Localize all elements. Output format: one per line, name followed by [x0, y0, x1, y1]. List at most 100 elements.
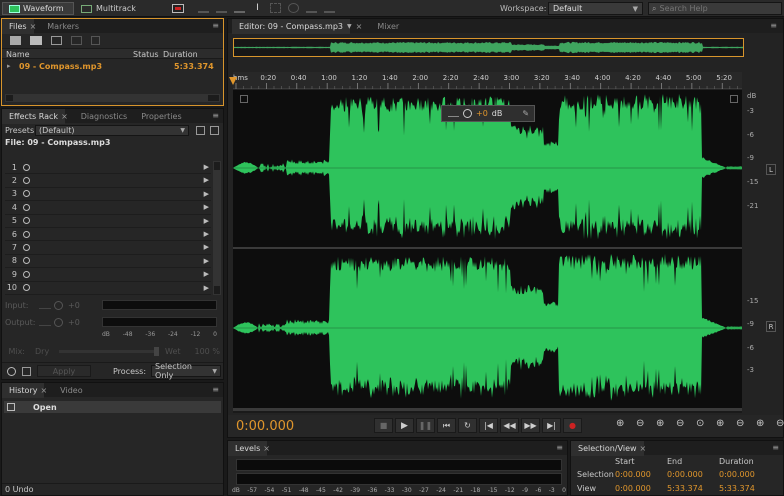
power-icon[interactable]	[23, 190, 30, 197]
mix-slider-handle[interactable]	[154, 347, 159, 356]
hud-value[interactable]: +0	[476, 109, 488, 118]
go-to-start-button[interactable]: |◀	[479, 418, 498, 433]
time-selection-tool-icon[interactable]: I	[252, 3, 263, 13]
effect-slot[interactable]: 4 ▶	[5, 201, 211, 214]
loop-playback-button[interactable]: ↻	[458, 418, 477, 433]
panel-menu-icon[interactable]: ≡	[556, 443, 563, 452]
power-icon[interactable]	[23, 164, 30, 171]
expand-arrow-icon[interactable]: ▸	[7, 62, 19, 70]
tab-levels[interactable]: Levels	[228, 441, 267, 456]
tab-selection-view[interactable]: Selection/View	[571, 441, 644, 456]
marquee-tool-icon[interactable]	[270, 3, 281, 13]
effect-slot[interactable]: 8 ▶	[5, 255, 211, 268]
process-dropdown[interactable]: Selection Only ▼	[151, 365, 221, 377]
apply-button[interactable]: Apply	[37, 365, 91, 377]
editor-scrollbar[interactable]	[233, 408, 742, 413]
tab-diagnostics[interactable]: Diagnostics	[74, 109, 134, 124]
effect-slot[interactable]: 1 ▶	[5, 161, 211, 174]
slot-arrow-icon[interactable]: ▶	[204, 203, 209, 211]
insert-icon[interactable]	[51, 36, 62, 45]
row-end[interactable]: 0:00.000	[667, 470, 719, 479]
spectral-tool-icon[interactable]	[216, 3, 227, 13]
row-start[interactable]: 0:00.000	[615, 470, 667, 479]
panel-menu-icon[interactable]: ≡	[212, 21, 219, 30]
tab-effects-rack[interactable]: Effects Rack	[2, 109, 65, 124]
delete-icon[interactable]	[91, 36, 100, 45]
column-name[interactable]: Name	[6, 50, 133, 57]
pause-button[interactable]: ❚❚	[416, 418, 435, 433]
record-button[interactable]: ●	[563, 418, 582, 433]
files-scrollbar[interactable]	[5, 94, 220, 102]
zoom-out-full-icon[interactable]: ⊙	[696, 418, 711, 432]
amplitude-hud[interactable]: +0 dB ✎	[441, 105, 535, 122]
power-icon[interactable]	[23, 257, 30, 264]
search-help-field[interactable]: ⌕	[648, 2, 782, 15]
pin-icon[interactable]: ✎	[522, 109, 529, 118]
mix-slider[interactable]	[59, 350, 159, 353]
input-knob[interactable]	[54, 301, 63, 310]
input-db-value[interactable]: +0	[68, 301, 80, 310]
channel-corner-icon[interactable]	[240, 95, 248, 103]
tab-video[interactable]: Video	[53, 383, 89, 398]
search-input[interactable]	[659, 4, 769, 13]
presets-dropdown[interactable]: (Default) ▼	[35, 125, 189, 136]
close-icon[interactable]: ×	[356, 22, 363, 31]
stop-button[interactable]: ■	[374, 418, 393, 433]
tab-markers[interactable]: Markers	[40, 19, 86, 34]
time-ruler[interactable]: hms 0:20 0:40 1:00 1:20 1:40 2:00 2:20 2:40 3:00 3…	[233, 72, 742, 89]
slip-tool-icon[interactable]	[234, 3, 245, 13]
overview-navigator[interactable]	[233, 38, 744, 57]
slot-scrollbar[interactable]	[213, 161, 221, 295]
play-button[interactable]: ▶	[395, 418, 414, 433]
slot-arrow-icon[interactable]: ▶	[204, 190, 209, 198]
row-end[interactable]: 5:33.374	[667, 484, 719, 493]
effect-slot[interactable]: 10 ▶	[5, 282, 211, 295]
power-icon[interactable]	[23, 244, 30, 251]
tab-mixer[interactable]: Mixer	[370, 19, 406, 34]
waveform-mode-button[interactable]: Waveform	[2, 2, 74, 15]
save-preset-icon[interactable]	[196, 126, 205, 135]
file-list-item[interactable]: ▸ 09 - Compass.mp3 5:33.374	[2, 59, 223, 73]
open-folder-icon[interactable]	[30, 36, 42, 45]
effect-slot[interactable]: 3 ▶	[5, 188, 211, 201]
workspace-dropdown[interactable]: Default ▼	[548, 2, 643, 15]
tab-history[interactable]: History	[2, 383, 44, 398]
slot-arrow-icon[interactable]: ▶	[204, 243, 209, 251]
tab-properties[interactable]: Properties	[134, 109, 188, 124]
effect-slot[interactable]: 9 ▶	[5, 268, 211, 281]
go-to-end-button[interactable]: ▶|	[542, 418, 561, 433]
lasso-tool-icon[interactable]	[288, 3, 299, 13]
power-icon[interactable]	[23, 284, 30, 291]
slot-arrow-icon[interactable]: ▶	[204, 270, 209, 278]
power-icon[interactable]	[23, 177, 30, 184]
power-icon[interactable]	[7, 367, 16, 376]
move-tool-icon[interactable]	[198, 3, 209, 13]
column-status[interactable]: Status	[133, 50, 163, 57]
close-icon[interactable]: ×	[640, 444, 647, 453]
power-icon[interactable]	[23, 217, 30, 224]
tab-editor[interactable]: Editor: 09 - Compass.mp3	[232, 19, 350, 34]
zoom-out-time-icon[interactable]: ⊖	[676, 418, 691, 432]
close-icon[interactable]: ×	[61, 112, 68, 121]
record-toggle-icon[interactable]	[172, 4, 184, 13]
close-icon[interactable]: ×	[263, 444, 270, 453]
rewind-button[interactable]: ◀◀	[500, 418, 519, 433]
row-duration[interactable]: 0:00.000	[719, 470, 755, 479]
zoom-in-time-icon[interactable]: ⊕	[656, 418, 671, 432]
zoom-in-amplitude-icon[interactable]: ⊕	[616, 418, 631, 432]
power-icon[interactable]	[23, 231, 30, 238]
playhead-marker-icon[interactable]	[229, 77, 237, 85]
zoom-out-amplitude-icon[interactable]: ⊖	[636, 418, 651, 432]
slot-arrow-icon[interactable]: ▶	[204, 284, 209, 292]
effect-slot[interactable]: 5 ▶	[5, 215, 211, 228]
channel-l-label[interactable]: L	[766, 164, 776, 175]
panel-menu-icon[interactable]: ≡	[770, 21, 777, 30]
panel-menu-icon[interactable]: ≡	[772, 443, 779, 452]
export-icon[interactable]	[71, 36, 82, 45]
history-bypass-icon[interactable]	[22, 367, 31, 376]
current-time[interactable]: 0:00.000	[236, 419, 294, 434]
multitrack-mode-button[interactable]: Multitrack	[78, 2, 160, 15]
volume-knob-icon[interactable]	[463, 109, 472, 118]
delete-preset-icon[interactable]	[210, 126, 219, 135]
zoom-out-point-icon[interactable]: ⊖	[736, 418, 751, 432]
